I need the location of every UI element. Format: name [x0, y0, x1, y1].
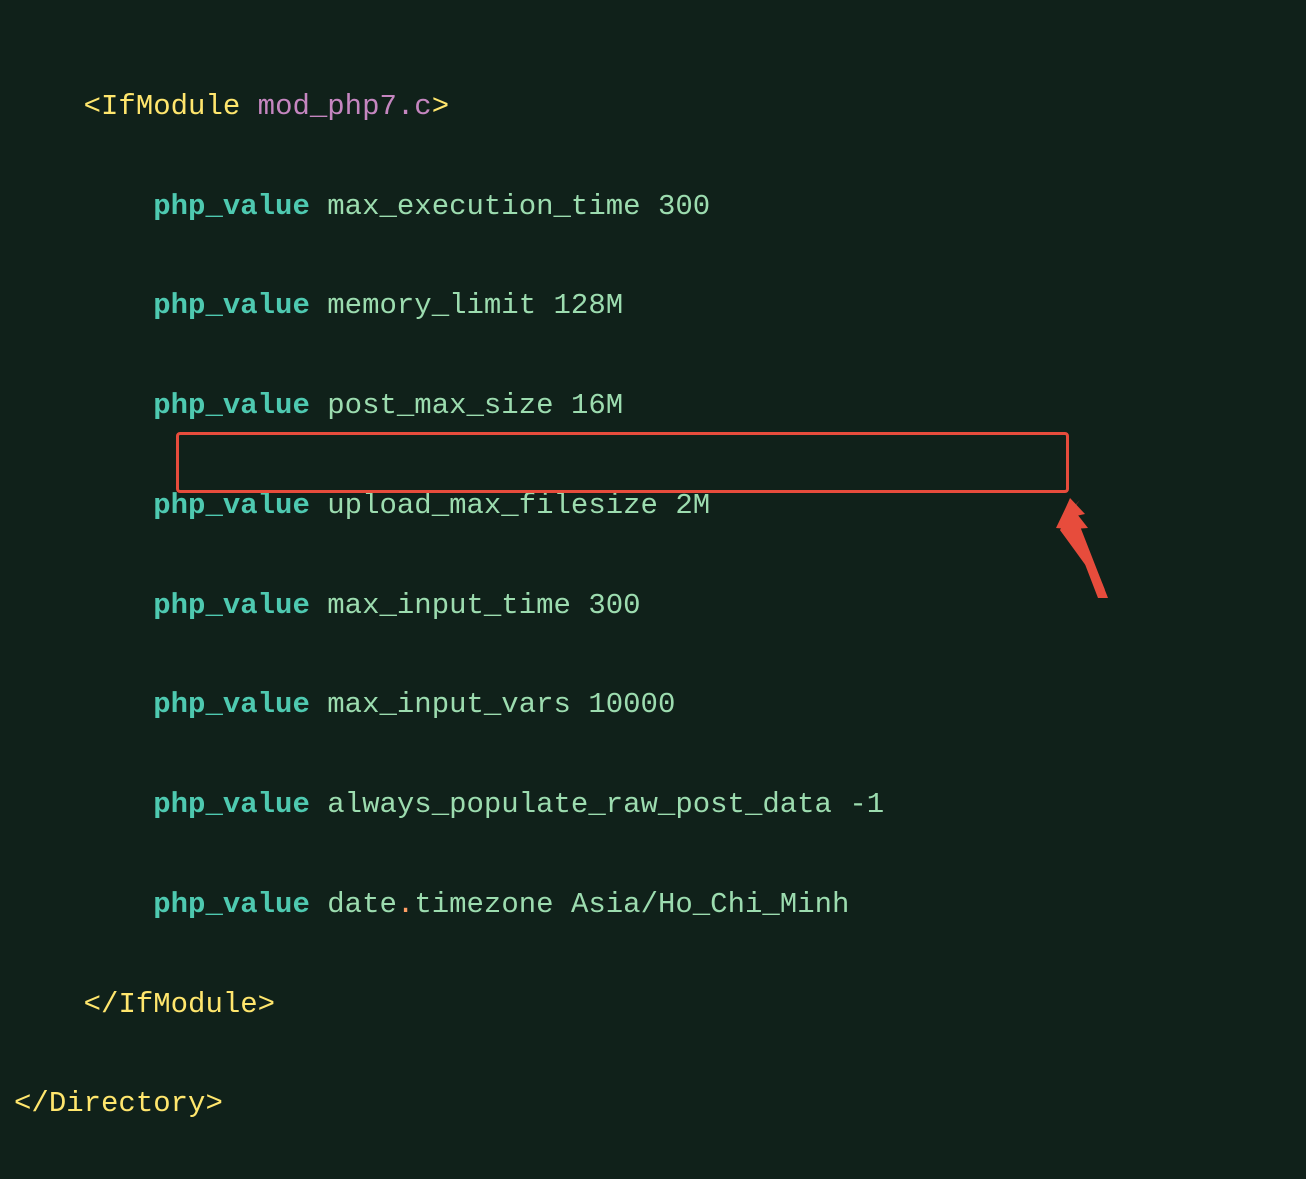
directive-keyword: php_value	[153, 389, 310, 422]
bracket-dir-left: </	[14, 1087, 49, 1120]
line-date-timezone: php_value date.timezone Asia/Ho_Chi_Minh	[14, 880, 1306, 930]
val-upload-max-filesize: 2M	[675, 489, 710, 522]
bracket-dir-right: >	[205, 1087, 222, 1120]
directive-keyword: php_value	[153, 589, 310, 622]
bracket-close-right: >	[258, 988, 275, 1021]
attr-mod: mod_php7.c	[258, 90, 432, 123]
dot: .	[397, 888, 414, 921]
ident-memory-limit: memory_limit	[327, 289, 536, 322]
line-post-max-size: php_value post_max_size 16M	[14, 381, 1306, 431]
line-max-input-vars: php_value max_input_vars 10000	[14, 680, 1306, 730]
val-post-max-size: 16M	[571, 389, 623, 422]
line-ifmodule-open: <IfModule mod_php7.c>	[14, 82, 1306, 132]
bracket-close-left: </	[84, 988, 119, 1021]
ident-date: date	[327, 888, 397, 921]
ident-post-max-size: post_max_size	[327, 389, 553, 422]
directive-keyword: php_value	[153, 489, 310, 522]
line-ifmodule-close: </IfModule>	[14, 980, 1306, 1030]
directive-keyword: php_value	[153, 289, 310, 322]
val-always-populate-raw-post-data: -1	[849, 788, 884, 821]
ident-max-input-time: max_input_time	[327, 589, 571, 622]
ident-max-execution-time: max_execution_time	[327, 190, 640, 223]
bracket-open-end: >	[432, 90, 449, 123]
directive-keyword: php_value	[153, 788, 310, 821]
val-max-input-vars: 10000	[588, 688, 675, 721]
val-memory-limit: 128M	[554, 289, 624, 322]
ident-always-populate-raw-post-data: always_populate_raw_post_data	[327, 788, 832, 821]
line-directory-close: </Directory>	[14, 1079, 1306, 1129]
val-max-execution-time: 300	[658, 190, 710, 223]
directive-keyword: php_value	[153, 688, 310, 721]
line-upload-max-filesize: php_value upload_max_filesize 2M	[14, 481, 1306, 531]
code-block: <IfModule mod_php7.c> php_value max_exec…	[0, 0, 1306, 1179]
ident-max-input-vars: max_input_vars	[327, 688, 571, 721]
line-memory-limit: php_value memory_limit 128M	[14, 281, 1306, 331]
ident-upload-max-filesize: upload_max_filesize	[327, 489, 658, 522]
line-always-populate-raw-post-data: php_value always_populate_raw_post_data …	[14, 780, 1306, 830]
val-timezone: Asia/Ho_Chi_Minh	[571, 888, 849, 921]
tag-ifmodule-close: IfModule	[118, 988, 257, 1021]
line-max-input-time: php_value max_input_time 300	[14, 581, 1306, 631]
tag-directory-close: Directory	[49, 1087, 206, 1120]
bracket-open: <	[84, 90, 101, 123]
tag-ifmodule: IfModule	[101, 90, 240, 123]
ident-timezone: timezone	[414, 888, 553, 921]
directive-keyword: php_value	[153, 190, 310, 223]
line-max-execution-time: php_value max_execution_time 300	[14, 182, 1306, 232]
directive-keyword: php_value	[153, 888, 310, 921]
val-max-input-time: 300	[588, 589, 640, 622]
